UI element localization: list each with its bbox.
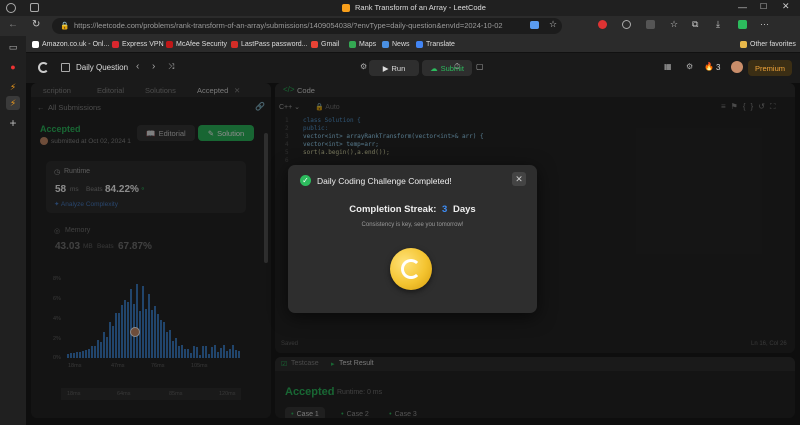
streak-count: 3: [716, 63, 721, 72]
modal-close-button[interactable]: ✕: [512, 172, 526, 186]
url-text: https://leetcode.com/problems/rank-trans…: [74, 21, 503, 30]
run-button[interactable]: ▶ Run: [369, 60, 419, 76]
news-icon: [382, 41, 389, 48]
prev-problem-icon[interactable]: ‹: [136, 61, 139, 72]
bookmark-2[interactable]: McAfee Security: [166, 39, 227, 50]
other-favorites[interactable]: Other favorites: [740, 39, 796, 50]
mcafee-icon: [166, 41, 173, 48]
play-icon: ▶: [382, 63, 389, 73]
run-label: Run: [391, 63, 406, 73]
extension-icon[interactable]: ●: [6, 60, 20, 74]
leetcode-active-icon[interactable]: ⚡: [6, 96, 20, 110]
extension-circle-icon[interactable]: [622, 20, 631, 29]
bookmark-1[interactable]: Express VPN: [112, 39, 164, 50]
extension-box-icon[interactable]: [646, 20, 655, 29]
browser-profile-icon[interactable]: [6, 3, 16, 13]
bookmark-0[interactable]: Amazon.co.uk - Onl...: [32, 39, 109, 50]
layout-icon[interactable]: ▦: [664, 62, 672, 71]
collections-icon[interactable]: ⧉: [692, 19, 698, 30]
modal-title: Daily Coding Challenge Completed!: [317, 176, 452, 186]
submit-label: Submit: [440, 63, 464, 73]
shuffle-icon[interactable]: ⤨: [168, 62, 174, 72]
gold-coin-icon: [390, 248, 432, 290]
favorite-star-icon[interactable]: ☆: [549, 19, 557, 30]
bookmark-7[interactable]: Translate: [416, 39, 455, 50]
modal-subtitle: Consistency is key, see you tomorrow!: [361, 222, 464, 228]
bookmark-3[interactable]: LastPass password...: [231, 39, 308, 50]
favorites-icon[interactable]: ☆: [670, 19, 678, 30]
streak-number: 3: [442, 204, 448, 215]
expressvpn-icon: [112, 41, 119, 48]
folder-icon: [740, 41, 747, 48]
settings-gear-icon[interactable]: ⚙: [686, 62, 693, 71]
maximize-icon[interactable]: ☐: [760, 2, 767, 11]
streak-line: Completion Streak: 3 Days: [288, 204, 537, 215]
bookmark-label: Translate: [426, 41, 455, 48]
notes-icon[interactable]: ▢: [476, 62, 484, 71]
bookmarks-bar: Amazon.co.uk - Onl... Express VPN McAfee…: [0, 36, 800, 53]
problem-list-icon[interactable]: [61, 63, 70, 72]
more-menu-icon[interactable]: ···: [760, 19, 769, 29]
bookmark-label: Maps: [359, 41, 377, 48]
submit-button[interactable]: ☁ Submit: [422, 60, 472, 76]
back-icon[interactable]: ←: [8, 19, 18, 30]
avatar[interactable]: [731, 61, 743, 73]
browser-title-bar: Rank Transform of an Array - LeetCode — …: [0, 0, 800, 16]
check-circle-icon: ✓: [300, 175, 311, 186]
close-window-icon[interactable]: ✕: [782, 1, 790, 12]
copilot-icon[interactable]: [738, 20, 747, 29]
tab-actions-icon[interactable]: [30, 3, 39, 12]
leetcode-navbar: Daily Question ‹ › ⤨ ⚙ ▶ Run ☁ Submit ⏱ ▢ …: [26, 53, 800, 83]
bookmark-label: Express VPN: [122, 41, 164, 48]
bookmark-6[interactable]: News: [382, 39, 410, 50]
extension-red-icon[interactable]: [598, 20, 607, 29]
tab-title[interactable]: Rank Transform of an Array - LeetCode: [355, 3, 486, 12]
bookmark-label: Amazon.co.uk - Onl...: [42, 41, 110, 48]
leetcode-pinned-icon[interactable]: ⚡: [6, 80, 20, 94]
leetcode-favicon-icon: [342, 4, 350, 12]
url-field[interactable]: 🔒 https://leetcode.com/problems/rank-tra…: [52, 18, 562, 34]
coin-logo-icon: [401, 259, 421, 279]
streak-fire-icon[interactable]: 🔥: [704, 62, 714, 71]
refresh-icon[interactable]: ↻: [32, 19, 40, 30]
next-problem-icon[interactable]: ›: [152, 61, 155, 72]
leetcode-logo-icon[interactable]: [38, 62, 49, 73]
download-icon[interactable]: ⤓: [716, 19, 720, 30]
bookmark-label: McAfee Security: [176, 41, 227, 48]
bookmark-label: News: [392, 41, 410, 48]
gmail-icon: [311, 41, 318, 48]
tag-icon[interactable]: [530, 21, 539, 29]
daily-question-link[interactable]: Daily Question: [76, 63, 128, 72]
streak-unit: Days: [452, 204, 476, 215]
lastpass-icon: [231, 41, 238, 48]
bookmark-4[interactable]: Gmail: [311, 39, 339, 50]
minimize-icon[interactable]: —: [738, 2, 747, 12]
amazon-icon: [32, 41, 39, 48]
lock-icon: 🔒: [60, 21, 70, 30]
debug-icon[interactable]: ⚙: [360, 62, 367, 71]
timer-icon[interactable]: ⏱: [454, 62, 460, 72]
other-favorites-label: Other favorites: [750, 41, 796, 48]
translate-icon: [416, 41, 423, 48]
upload-icon: ☁: [430, 63, 438, 73]
tabs-panel-icon[interactable]: ▭: [6, 40, 20, 54]
streak-label: Completion Streak:: [349, 204, 437, 215]
browser-sidebar: ▭ ● ⚡ ⚡ +: [0, 36, 26, 425]
premium-button[interactable]: Premium: [748, 60, 792, 76]
address-bar-row: ← ↻ 🔒 https://leetcode.com/problems/rank…: [0, 16, 800, 36]
bookmark-label: LastPass password...: [241, 41, 308, 48]
bookmark-label: Gmail: [321, 41, 340, 48]
add-tab-icon[interactable]: +: [6, 116, 20, 130]
daily-challenge-modal: ✓ Daily Coding Challenge Completed! ✕ Co…: [288, 165, 537, 313]
maps-icon: [349, 41, 356, 48]
bookmark-5[interactable]: Maps: [349, 39, 376, 50]
